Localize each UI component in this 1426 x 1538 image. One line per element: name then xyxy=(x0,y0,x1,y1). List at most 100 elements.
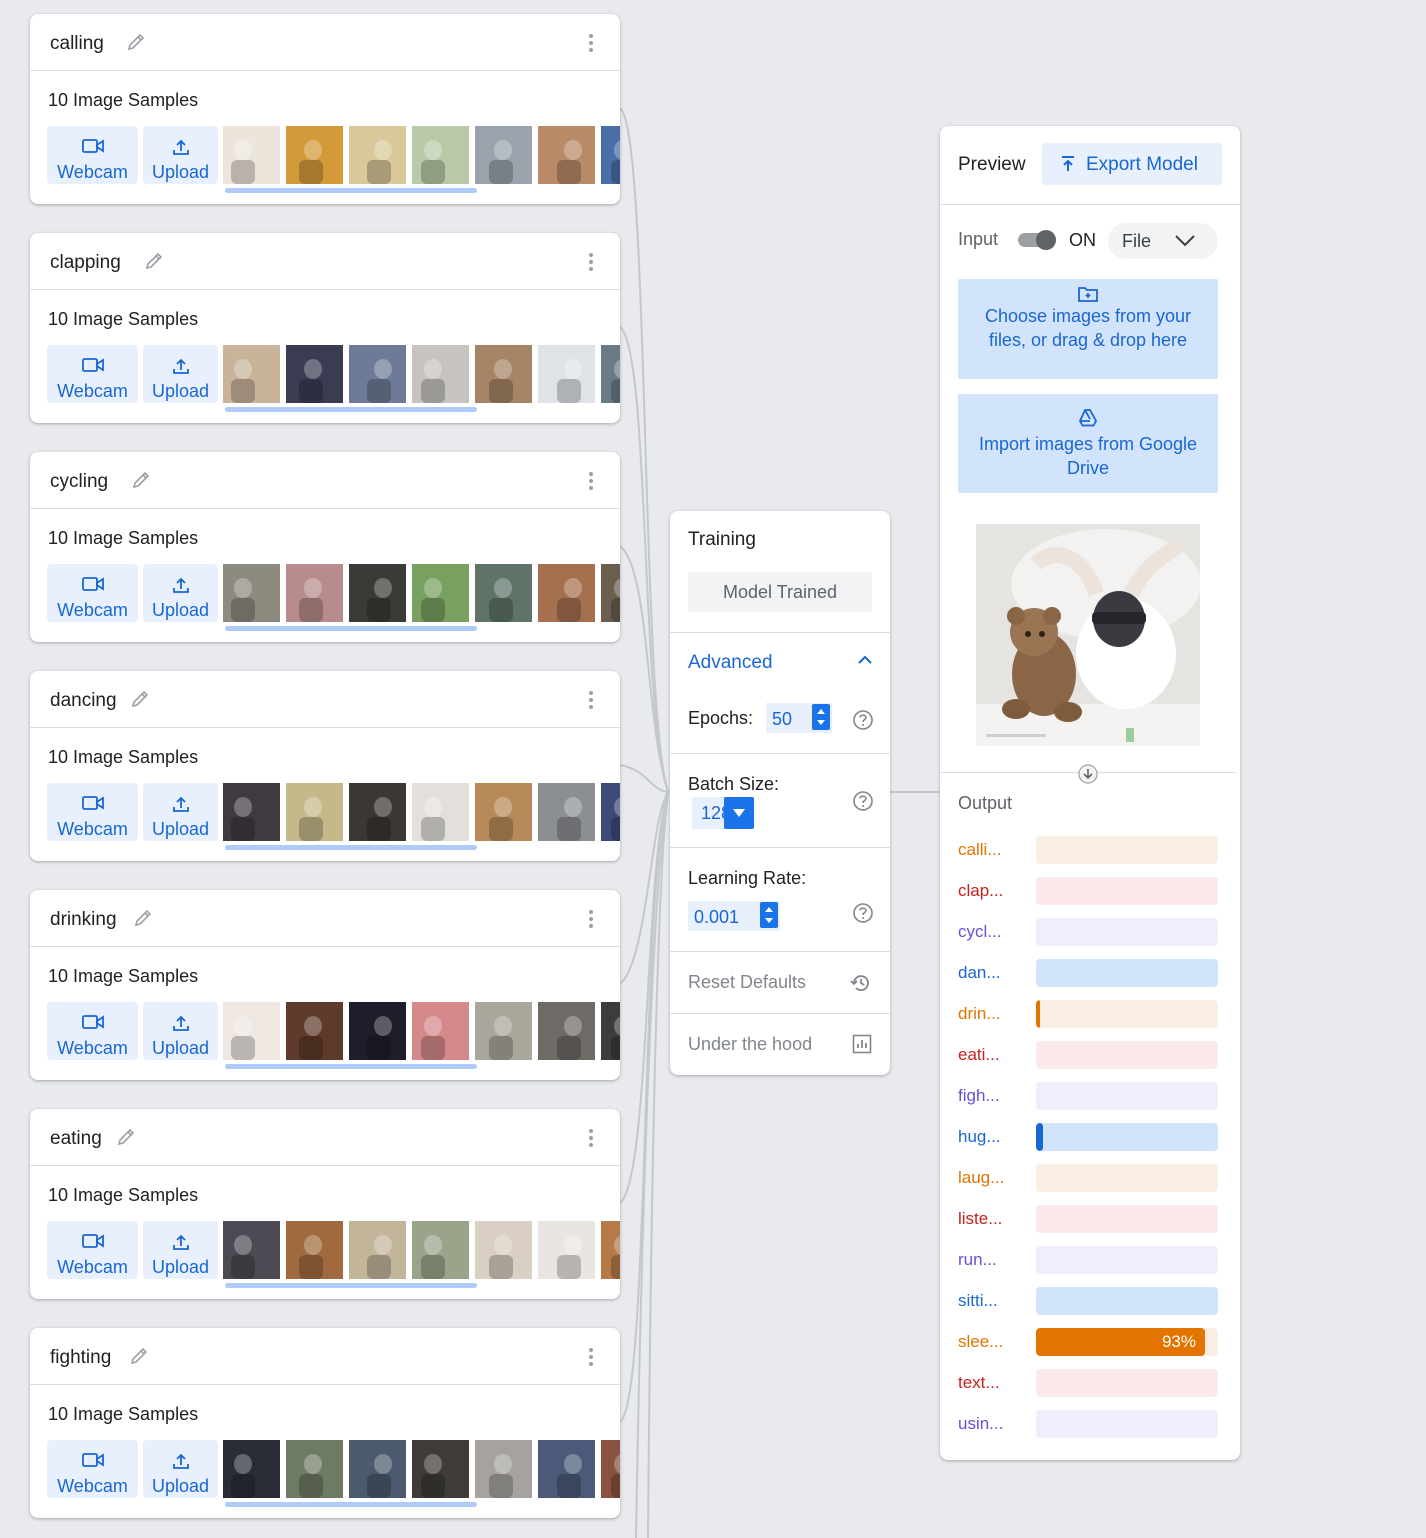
sample-thumbnail[interactable] xyxy=(286,564,343,622)
sample-thumbnail[interactable] xyxy=(412,126,469,184)
sample-thumbnail[interactable] xyxy=(538,1440,595,1498)
sample-strip[interactable] xyxy=(223,783,620,841)
more-vert-icon[interactable] xyxy=(582,689,600,711)
sample-thumbnail[interactable] xyxy=(538,345,595,403)
pencil-icon[interactable] xyxy=(132,907,154,929)
sample-thumbnail[interactable] xyxy=(349,345,406,403)
pencil-icon[interactable] xyxy=(128,1345,150,1367)
sample-thumbnail[interactable] xyxy=(286,1221,343,1279)
under-the-hood-button[interactable]: Under the hood xyxy=(688,1034,812,1055)
sample-thumbnail[interactable] xyxy=(412,783,469,841)
sample-thumbnail[interactable] xyxy=(286,345,343,403)
sample-thumbnail[interactable] xyxy=(538,1002,595,1060)
advanced-toggle[interactable]: Advanced xyxy=(688,652,773,674)
webcam-button[interactable]: Webcam xyxy=(47,126,138,184)
sample-thumbnail[interactable] xyxy=(349,783,406,841)
sample-thumbnail[interactable] xyxy=(412,1221,469,1279)
sample-scrollbar[interactable] xyxy=(225,1064,477,1069)
sample-thumbnail[interactable] xyxy=(538,783,595,841)
class-name[interactable]: eating xyxy=(50,1128,102,1150)
sample-thumbnail[interactable] xyxy=(475,783,532,841)
upload-button[interactable]: Upload xyxy=(143,1440,218,1498)
class-name[interactable]: drinking xyxy=(50,909,117,931)
sample-thumbnail[interactable] xyxy=(412,1440,469,1498)
sample-thumbnail[interactable] xyxy=(223,783,280,841)
class-name[interactable]: dancing xyxy=(50,690,117,712)
sample-thumbnail[interactable] xyxy=(286,1002,343,1060)
sample-scrollbar[interactable] xyxy=(225,845,477,850)
sample-thumbnail[interactable] xyxy=(538,1221,595,1279)
pencil-icon[interactable] xyxy=(130,469,152,491)
webcam-button[interactable]: Webcam xyxy=(47,345,138,403)
webcam-button[interactable]: Webcam xyxy=(47,564,138,622)
upload-button[interactable]: Upload xyxy=(143,345,218,403)
dropdown-arrow-icon[interactable] xyxy=(724,797,754,829)
sample-thumbnail[interactable] xyxy=(223,345,280,403)
class-name[interactable]: calling xyxy=(50,33,104,55)
help-icon[interactable] xyxy=(852,902,874,924)
input-source-select[interactable]: File xyxy=(1108,223,1218,259)
class-name[interactable]: fighting xyxy=(50,1347,111,1369)
sample-thumbnail[interactable] xyxy=(349,1002,406,1060)
sample-strip[interactable] xyxy=(223,1440,620,1498)
sample-thumbnail[interactable] xyxy=(223,1221,280,1279)
learning-rate-stepper-icon[interactable] xyxy=(760,902,778,928)
sample-thumbnail[interactable] xyxy=(223,1440,280,1498)
sample-thumbnail[interactable] xyxy=(475,1221,532,1279)
class-name[interactable]: clapping xyxy=(50,252,121,274)
sample-thumbnail[interactable] xyxy=(223,564,280,622)
sample-thumbnail[interactable] xyxy=(223,1002,280,1060)
reset-defaults-button[interactable]: Reset Defaults xyxy=(688,972,806,993)
sample-thumbnail[interactable] xyxy=(412,345,469,403)
more-vert-icon[interactable] xyxy=(582,908,600,930)
export-model-button[interactable]: Export Model xyxy=(1042,143,1222,185)
sample-strip[interactable] xyxy=(223,1002,620,1060)
sample-thumbnail[interactable] xyxy=(601,345,620,403)
choose-files-dropzone[interactable]: Choose images from your files, or drag &… xyxy=(958,279,1218,379)
sample-thumbnail[interactable] xyxy=(538,126,595,184)
batch-size-select[interactable]: 128 xyxy=(692,797,754,829)
pencil-icon[interactable] xyxy=(125,31,147,53)
sample-scrollbar[interactable] xyxy=(225,1283,477,1288)
sample-thumbnail[interactable] xyxy=(475,564,532,622)
sample-scrollbar[interactable] xyxy=(225,407,477,412)
upload-button[interactable]: Upload xyxy=(143,564,218,622)
learning-rate-input[interactable]: 0.001 xyxy=(688,901,780,931)
sample-thumbnail[interactable] xyxy=(475,345,532,403)
sample-thumbnail[interactable] xyxy=(475,1002,532,1060)
chevron-up-icon[interactable] xyxy=(856,651,874,669)
sample-thumbnail[interactable] xyxy=(601,564,620,622)
more-vert-icon[interactable] xyxy=(582,470,600,492)
pencil-icon[interactable] xyxy=(115,1126,137,1148)
more-vert-icon[interactable] xyxy=(582,1127,600,1149)
webcam-button[interactable]: Webcam xyxy=(47,1221,138,1279)
sample-thumbnail[interactable] xyxy=(601,1002,620,1060)
more-vert-icon[interactable] xyxy=(582,251,600,273)
train-model-button[interactable]: Model Trained xyxy=(688,572,872,612)
webcam-button[interactable]: Webcam xyxy=(47,783,138,841)
class-name[interactable]: cycling xyxy=(50,471,108,493)
more-vert-icon[interactable] xyxy=(582,1346,600,1368)
sample-thumbnail[interactable] xyxy=(286,1440,343,1498)
epochs-stepper-icon[interactable] xyxy=(812,704,830,730)
sample-thumbnail[interactable] xyxy=(601,783,620,841)
pencil-icon[interactable] xyxy=(143,250,165,272)
history-icon[interactable] xyxy=(850,972,872,994)
sample-thumbnail[interactable] xyxy=(412,564,469,622)
sample-strip[interactable] xyxy=(223,564,620,622)
upload-button[interactable]: Upload xyxy=(143,783,218,841)
webcam-button[interactable]: Webcam xyxy=(47,1440,138,1498)
pencil-icon[interactable] xyxy=(129,688,151,710)
sample-scrollbar[interactable] xyxy=(225,188,477,193)
sample-thumbnail[interactable] xyxy=(475,126,532,184)
help-icon[interactable] xyxy=(852,709,874,731)
sample-strip[interactable] xyxy=(223,126,620,184)
sample-scrollbar[interactable] xyxy=(225,626,477,631)
upload-button[interactable]: Upload xyxy=(143,1002,218,1060)
sample-thumbnail[interactable] xyxy=(538,564,595,622)
sample-thumbnail[interactable] xyxy=(601,1440,620,1498)
sample-thumbnail[interactable] xyxy=(286,783,343,841)
sample-thumbnail[interactable] xyxy=(601,126,620,184)
sample-strip[interactable] xyxy=(223,1221,620,1279)
upload-button[interactable]: Upload xyxy=(143,1221,218,1279)
